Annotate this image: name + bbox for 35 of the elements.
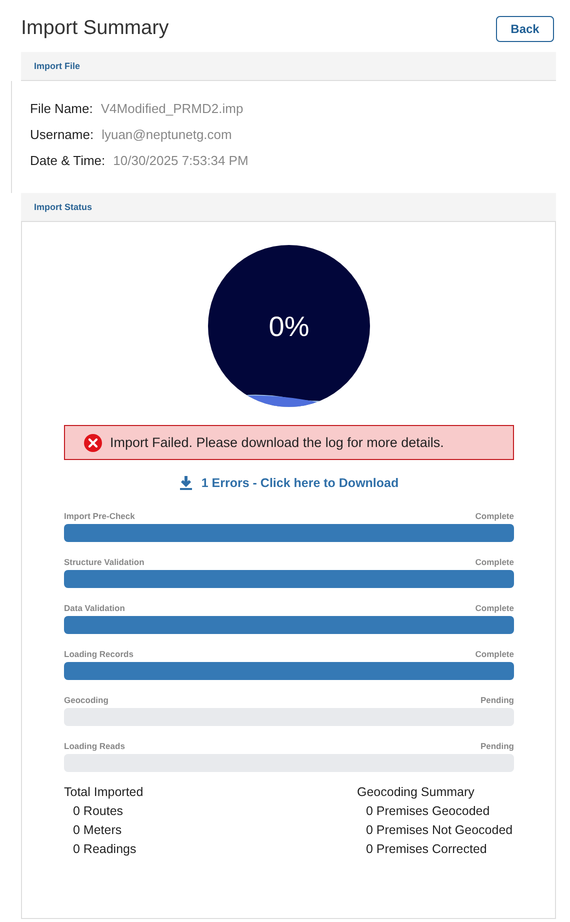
step-status: Pending — [480, 695, 514, 705]
step-label: Structure Validation — [64, 557, 144, 567]
step-status: Complete — [475, 557, 514, 567]
step-status: Complete — [475, 511, 514, 521]
summary-item: 0 Premises Not Geocoded — [365, 822, 514, 838]
step-label: Loading Records — [64, 649, 134, 659]
step-status: Complete — [475, 603, 514, 613]
field-label: Date & Time: — [30, 153, 106, 169]
step-status: Complete — [475, 649, 514, 659]
step-label: Geocoding — [64, 695, 108, 705]
step-label: Loading Reads — [64, 741, 125, 751]
field-value: 10/30/2025 7:53:34 PM — [113, 153, 248, 169]
summary-title: Geocoding Summary — [357, 784, 476, 800]
step-label: Import Pre-Check — [64, 511, 135, 521]
summary-item: 0 Meters — [72, 822, 123, 838]
section-title: Import File — [34, 61, 80, 71]
field-value: V4Modified_PRMD2.imp — [100, 101, 244, 117]
step-label: Data Validation — [64, 603, 125, 613]
field-label: Username: — [30, 127, 94, 143]
summary-item: 0 Premises Corrected — [365, 841, 488, 857]
step-status: Pending — [480, 741, 514, 751]
download-icon — [179, 476, 194, 490]
summary-item: 0 Premises Geocoded — [365, 803, 491, 819]
field-label: File Name: — [30, 101, 93, 117]
error-icon — [84, 434, 102, 452]
summary-title: Total Imported — [64, 784, 144, 800]
download-link[interactable]: 1 Errors - Click here to Download — [201, 476, 399, 490]
section-title: Import Status — [34, 202, 92, 212]
alert-message: Import Failed. Please download the log for more details. — [110, 435, 444, 450]
page-title: Import Summary — [21, 17, 169, 40]
back-button[interactable]: Back — [496, 16, 554, 42]
field-value: lyuan@neptunetg.com — [102, 127, 232, 143]
summary-item: 0 Readings — [72, 841, 138, 857]
progress-percentage: 0% — [268, 311, 310, 342]
summary-item: 0 Routes — [72, 803, 124, 819]
